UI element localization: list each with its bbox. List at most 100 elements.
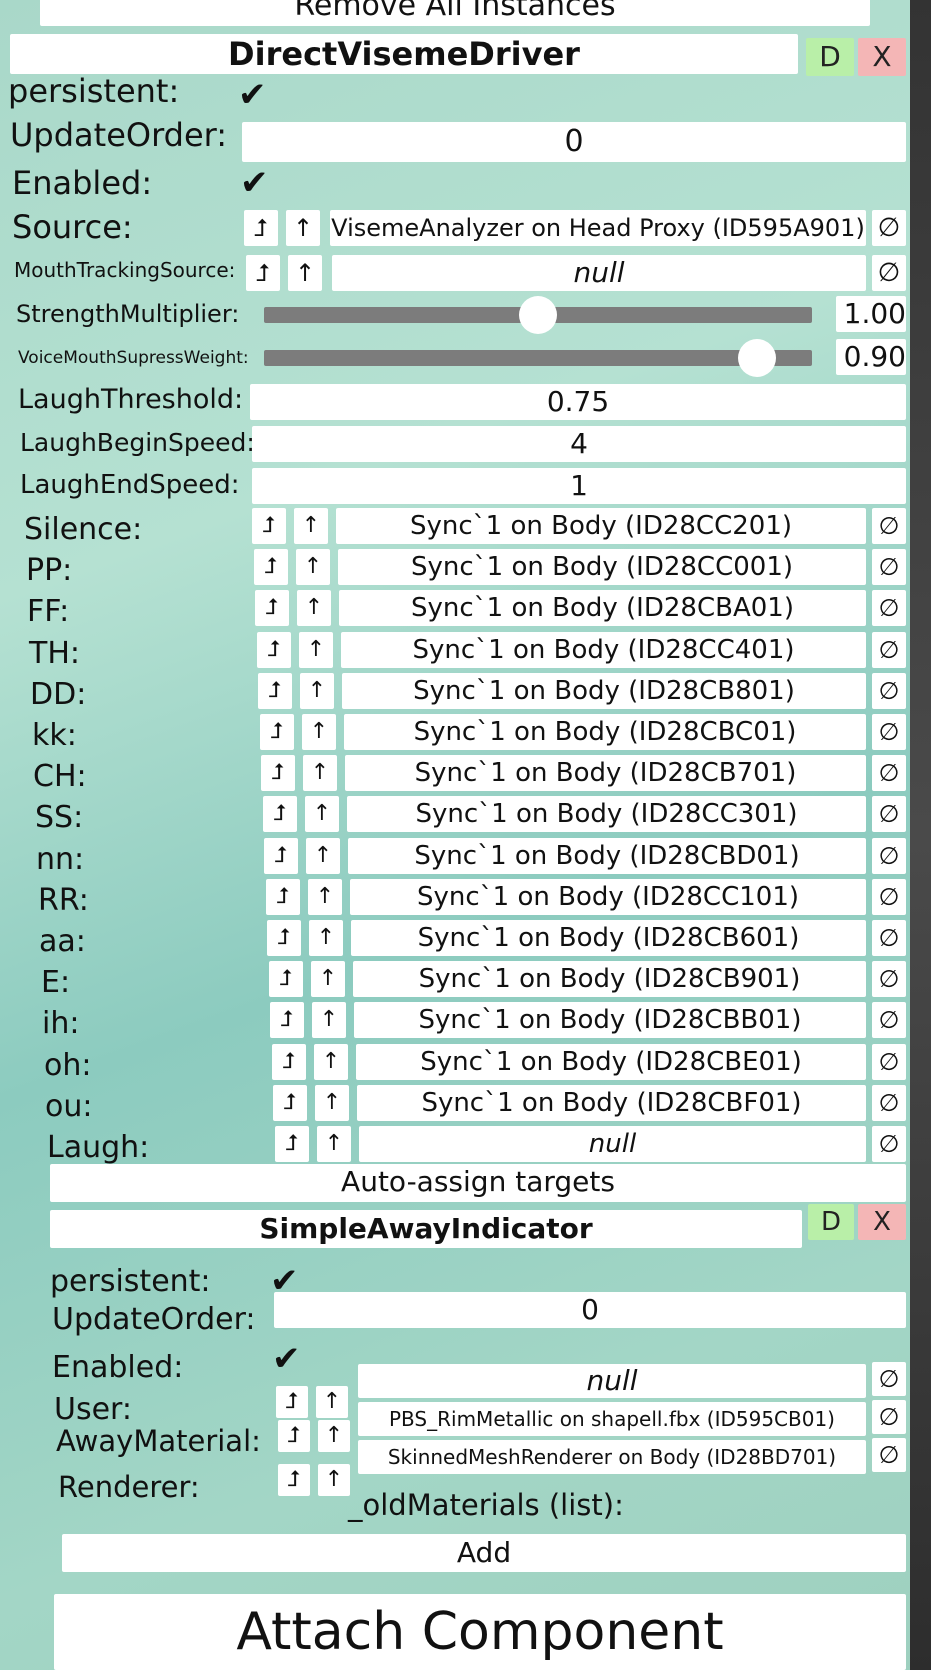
- viseme-target-field[interactable]: Sync`1 on Body (ID28CBA01): [339, 590, 866, 626]
- remove-all-instances-button[interactable]: Remove All Instances: [40, 0, 870, 26]
- jump-to-target-icon[interactable]: ⮥: [263, 796, 297, 832]
- source-field[interactable]: VisemeAnalyzer on Head Proxy (ID595A901): [330, 210, 866, 246]
- go-up-target-icon[interactable]: ↑: [317, 1126, 351, 1162]
- clear-source-icon[interactable]: ∅: [872, 210, 906, 246]
- go-up-target-icon[interactable]: ↑: [305, 796, 339, 832]
- clear-renderer-icon[interactable]: ∅: [872, 1438, 906, 1472]
- clear-target-icon[interactable]: ∅: [872, 1002, 906, 1038]
- go-up-target-icon[interactable]: ↑: [308, 879, 342, 915]
- viseme-target-field[interactable]: null: [359, 1126, 866, 1162]
- add-list-item-button[interactable]: Add: [62, 1534, 906, 1572]
- go-up-target-icon[interactable]: ↑: [311, 961, 345, 997]
- jump-to-away-material-icon[interactable]: ⮥: [278, 1420, 310, 1452]
- voice-slider-track[interactable]: [264, 350, 812, 366]
- clear-target-icon[interactable]: ∅: [872, 714, 906, 750]
- attach-component-button[interactable]: Attach Component: [54, 1594, 906, 1670]
- clear-target-icon[interactable]: ∅: [872, 755, 906, 791]
- go-up-mouth-icon[interactable]: ↑: [288, 255, 322, 291]
- clear-target-icon[interactable]: ∅: [872, 549, 906, 585]
- jump-to-target-icon[interactable]: ⮥: [264, 838, 298, 874]
- clear-target-icon[interactable]: ∅: [872, 673, 906, 709]
- jump-to-target-icon[interactable]: ⮥: [258, 673, 292, 709]
- go-up-target-icon[interactable]: ↑: [302, 714, 336, 750]
- strength-slider-handle[interactable]: [519, 296, 557, 334]
- jump-to-target-icon[interactable]: ⮥: [261, 755, 295, 791]
- jump-to-target-icon[interactable]: ⮥: [273, 1085, 307, 1121]
- clear-away-material-icon[interactable]: ∅: [872, 1400, 906, 1434]
- viseme-target-field[interactable]: Sync`1 on Body (ID28CBE01): [356, 1044, 866, 1080]
- viseme-target-field[interactable]: Sync`1 on Body (ID28CC401): [341, 632, 866, 668]
- viseme-target-field[interactable]: Sync`1 on Body (ID28CBC01): [344, 714, 866, 750]
- go-up-target-icon[interactable]: ↑: [299, 632, 333, 668]
- go-up-target-icon[interactable]: ↑: [297, 590, 331, 626]
- jump-to-target-icon[interactable]: ⮥: [272, 1044, 306, 1080]
- jump-to-user-icon[interactable]: ⮥: [276, 1386, 308, 1418]
- jump-to-target-icon[interactable]: ⮥: [275, 1126, 309, 1162]
- go-up-user-icon[interactable]: ↑: [316, 1386, 348, 1418]
- jump-to-target-icon[interactable]: ⮥: [252, 508, 286, 544]
- mouth-tracking-field[interactable]: null: [332, 255, 866, 291]
- clear-target-icon[interactable]: ∅: [872, 1126, 906, 1162]
- go-up-source-icon[interactable]: ↑: [286, 210, 320, 246]
- jump-to-target-icon[interactable]: ⮥: [266, 879, 300, 915]
- clear-target-icon[interactable]: ∅: [872, 508, 906, 544]
- renderer-field[interactable]: SkinnedMeshRenderer on Body (ID28BD701): [358, 1440, 866, 1474]
- go-up-target-icon[interactable]: ↑: [315, 1085, 349, 1121]
- viseme-target-field[interactable]: Sync`1 on Body (ID28CBB01): [354, 1002, 866, 1038]
- clear-target-icon[interactable]: ∅: [872, 796, 906, 832]
- enabled-checkbox[interactable]: ✔: [240, 166, 269, 200]
- update-order-field[interactable]: 0: [274, 1292, 906, 1328]
- viseme-target-field[interactable]: Sync`1 on Body (ID28CBF01): [357, 1085, 866, 1121]
- jump-to-target-icon[interactable]: ⮥: [270, 1002, 304, 1038]
- strength-value[interactable]: 1.00: [836, 296, 906, 332]
- viseme-target-field[interactable]: Sync`1 on Body (ID28CB701): [345, 755, 866, 791]
- clear-user-icon[interactable]: ∅: [872, 1362, 906, 1396]
- viseme-target-field[interactable]: Sync`1 on Body (ID28CBD01): [348, 838, 866, 874]
- go-up-target-icon[interactable]: ↑: [300, 673, 334, 709]
- go-up-target-icon[interactable]: ↑: [314, 1044, 348, 1080]
- go-up-renderer-icon[interactable]: ↑: [318, 1464, 350, 1496]
- voice-suppress-value[interactable]: 0.90: [836, 339, 906, 375]
- viseme-target-field[interactable]: Sync`1 on Body (ID28CB901): [353, 961, 866, 997]
- jump-to-target-icon[interactable]: ⮥: [257, 632, 291, 668]
- go-up-target-icon[interactable]: ↑: [312, 1002, 346, 1038]
- auto-assign-targets-button[interactable]: Auto-assign targets: [50, 1164, 906, 1202]
- laugh-begin-speed-field[interactable]: 4: [252, 426, 906, 462]
- user-field[interactable]: null: [358, 1364, 866, 1398]
- go-up-target-icon[interactable]: ↑: [306, 838, 340, 874]
- jump-to-target-icon[interactable]: ⮥: [254, 549, 288, 585]
- viseme-target-field[interactable]: Sync`1 on Body (ID28CC201): [336, 508, 866, 544]
- clear-target-icon[interactable]: ∅: [872, 920, 906, 956]
- clear-target-icon[interactable]: ∅: [872, 1044, 906, 1080]
- persistent-checkbox[interactable]: ✔: [238, 78, 267, 112]
- jump-to-mouth-icon[interactable]: ⮥: [246, 255, 280, 291]
- enabled-checkbox[interactable]: ✔: [272, 1342, 301, 1376]
- go-up-away-material-icon[interactable]: ↑: [318, 1420, 350, 1452]
- clear-target-icon[interactable]: ∅: [872, 879, 906, 915]
- clear-target-icon[interactable]: ∅: [872, 1085, 906, 1121]
- duplicate-component-button[interactable]: D: [808, 1204, 854, 1240]
- viseme-target-field[interactable]: Sync`1 on Body (ID28CC001): [338, 549, 866, 585]
- update-order-field[interactable]: 0: [242, 122, 906, 162]
- clear-target-icon[interactable]: ∅: [872, 632, 906, 668]
- viseme-target-field[interactable]: Sync`1 on Body (ID28CC101): [350, 879, 866, 915]
- go-up-target-icon[interactable]: ↑: [294, 508, 328, 544]
- remove-component-button[interactable]: X: [858, 38, 906, 76]
- go-up-target-icon[interactable]: ↑: [309, 920, 343, 956]
- viseme-target-field[interactable]: Sync`1 on Body (ID28CB801): [342, 673, 866, 709]
- jump-to-target-icon[interactable]: ⮥: [260, 714, 294, 750]
- jump-to-target-icon[interactable]: ⮥: [255, 590, 289, 626]
- duplicate-component-button[interactable]: D: [806, 38, 854, 76]
- away-material-field[interactable]: PBS_RimMetallic on shapell.fbx (ID595CB0…: [358, 1402, 866, 1436]
- viseme-target-field[interactable]: Sync`1 on Body (ID28CB601): [351, 920, 866, 956]
- jump-to-target-icon[interactable]: ⮥: [267, 920, 301, 956]
- go-up-target-icon[interactable]: ↑: [303, 755, 337, 791]
- laugh-threshold-field[interactable]: 0.75: [250, 384, 906, 420]
- go-up-target-icon[interactable]: ↑: [296, 549, 330, 585]
- voice-slider-handle[interactable]: [738, 339, 776, 377]
- jump-to-target-icon[interactable]: ⮥: [269, 961, 303, 997]
- clear-target-icon[interactable]: ∅: [872, 590, 906, 626]
- viseme-target-field[interactable]: Sync`1 on Body (ID28CC301): [347, 796, 866, 832]
- clear-mouth-icon[interactable]: ∅: [872, 255, 906, 291]
- jump-to-renderer-icon[interactable]: ⮥: [278, 1464, 310, 1496]
